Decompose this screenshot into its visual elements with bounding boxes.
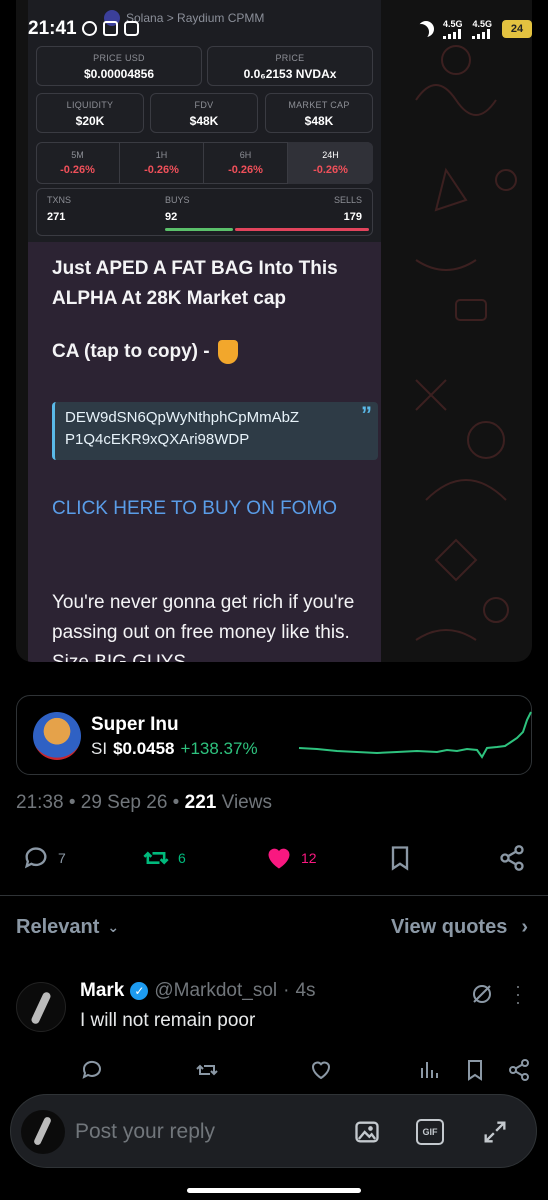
- market-cap-cell: MARKET CAP $48K: [265, 93, 373, 133]
- reply-input[interactable]: Post your reply: [75, 1120, 215, 1144]
- reply-time: 4s: [295, 980, 316, 1001]
- more-options-icon[interactable]: · · ·: [515, 977, 521, 1011]
- screenshot-panel: Solana > Raydium CPMM PRICE USD $0.00004…: [28, 0, 381, 662]
- signal-sim2: 4.5G: [472, 19, 492, 39]
- buys-bar: [165, 228, 233, 231]
- reply-composer[interactable]: Post your reply GIF: [10, 1094, 537, 1168]
- battery-icon: 24: [502, 20, 532, 38]
- gif-button[interactable]: GIF: [416, 1119, 444, 1145]
- post-media-image[interactable]: Solana > Raydium CPMM PRICE USD $0.00004…: [16, 0, 532, 662]
- expand-icon[interactable]: [481, 1118, 509, 1146]
- repost-button[interactable]: 6: [142, 844, 186, 872]
- like-button[interactable]: 12: [265, 844, 317, 872]
- timeframe-1h: 1H -0.26%: [120, 142, 204, 184]
- token-price-line: SI $0.0458 +138.37%: [91, 739, 258, 759]
- fdv-cell: FDV $48K: [150, 93, 258, 133]
- whatsapp-icon: [82, 21, 97, 36]
- reply-handle: @Markdot_sol: [154, 980, 278, 1001]
- notification-icon: [103, 21, 118, 36]
- reply-icon[interactable]: [80, 1058, 104, 1082]
- post-meta: 21:38 • 29 Sep 26 • 221 Views: [16, 792, 272, 813]
- heart-icon[interactable]: [309, 1058, 333, 1082]
- txns-row: TXNS 271 BUYS 92 SELLS 179: [36, 188, 373, 236]
- reply-button[interactable]: 7: [22, 844, 66, 872]
- bookmark-icon[interactable]: [463, 1058, 487, 1082]
- bookmark-button[interactable]: [386, 844, 414, 872]
- timeframe-24h: 24H -0.26%: [288, 142, 373, 184]
- timeframe-5m: 5M -0.26%: [36, 142, 120, 184]
- token-price: $0.0458: [113, 739, 175, 758]
- signal-sim1: 4.5G: [442, 19, 462, 39]
- verified-badge-icon: ✓: [130, 982, 149, 1000]
- token-avatar: [33, 712, 81, 760]
- reply-text: I will not remain poor: [80, 1010, 256, 1031]
- home-indicator: [187, 1188, 361, 1193]
- divider: [0, 895, 548, 896]
- reply-icon: [24, 847, 47, 869]
- share-icon[interactable]: [507, 1058, 531, 1082]
- do-not-disturb-icon: [413, 24, 429, 40]
- heart-icon: [268, 848, 290, 869]
- reply-item[interactable]: Mark ✓ @Markdot_sol · 4s · · · I will not …: [0, 970, 548, 1090]
- timeframe-6h: 6H -0.26%: [204, 142, 288, 184]
- view-quotes-link[interactable]: View quotes ›: [391, 916, 528, 939]
- pointing-down-icon: [217, 340, 238, 364]
- avatar: [21, 1110, 65, 1154]
- chevron-right-icon: ›: [521, 916, 528, 938]
- chevron-down-icon: ⌄: [107, 919, 120, 935]
- repost-icon: [143, 851, 169, 865]
- token-name: Super Inu: [91, 714, 179, 735]
- post-actions: 7 6 12: [0, 838, 548, 878]
- notification-icons: [82, 21, 139, 36]
- contract-address-quote: DEW9dSN6QpWyNthphCpMmAbZ P1Q4cEKR9xQXAri…: [52, 402, 378, 460]
- message-title: Just APED A FAT BAG Into This ALPHA At 2…: [52, 258, 338, 309]
- ca-label: CA (tap to copy) -: [52, 340, 238, 364]
- message-body: You're never gonna get rich if you're pa…: [52, 592, 355, 662]
- sells-bar: [235, 228, 369, 231]
- status-right: 4.5G 4.5G 24: [417, 19, 532, 39]
- sort-replies-dropdown[interactable]: Relevant ⌄: [16, 916, 119, 939]
- liquidity-cell: LIQUIDITY $20K: [36, 93, 144, 133]
- reply-header: Mark ✓ @Markdot_sol · 4s: [80, 980, 316, 1001]
- repost-icon[interactable]: [195, 1058, 219, 1082]
- bookmark-icon: [391, 846, 409, 871]
- quote-icon: ”: [361, 402, 372, 427]
- grok-icon[interactable]: [470, 982, 494, 1006]
- chat-icon: [124, 21, 139, 36]
- status-bar: 21:41 4.5G 4.5G 24: [0, 0, 548, 60]
- avatar[interactable]: [16, 982, 66, 1032]
- status-time: 21:41: [28, 18, 77, 39]
- share-button[interactable]: [498, 844, 526, 872]
- image-icon[interactable]: [353, 1118, 381, 1146]
- price-sparkline: [298, 711, 532, 759]
- ticker-card[interactable]: Super Inu SI $0.0458 +138.37%: [16, 695, 532, 775]
- token-change: +138.37%: [180, 739, 258, 758]
- analytics-icon[interactable]: [417, 1058, 441, 1082]
- reply-author-name: Mark: [80, 980, 125, 1001]
- token-symbol: SI: [91, 739, 108, 758]
- share-icon: [500, 845, 524, 871]
- buy-link: CLICK HERE TO BUY ON FOMO: [52, 498, 338, 519]
